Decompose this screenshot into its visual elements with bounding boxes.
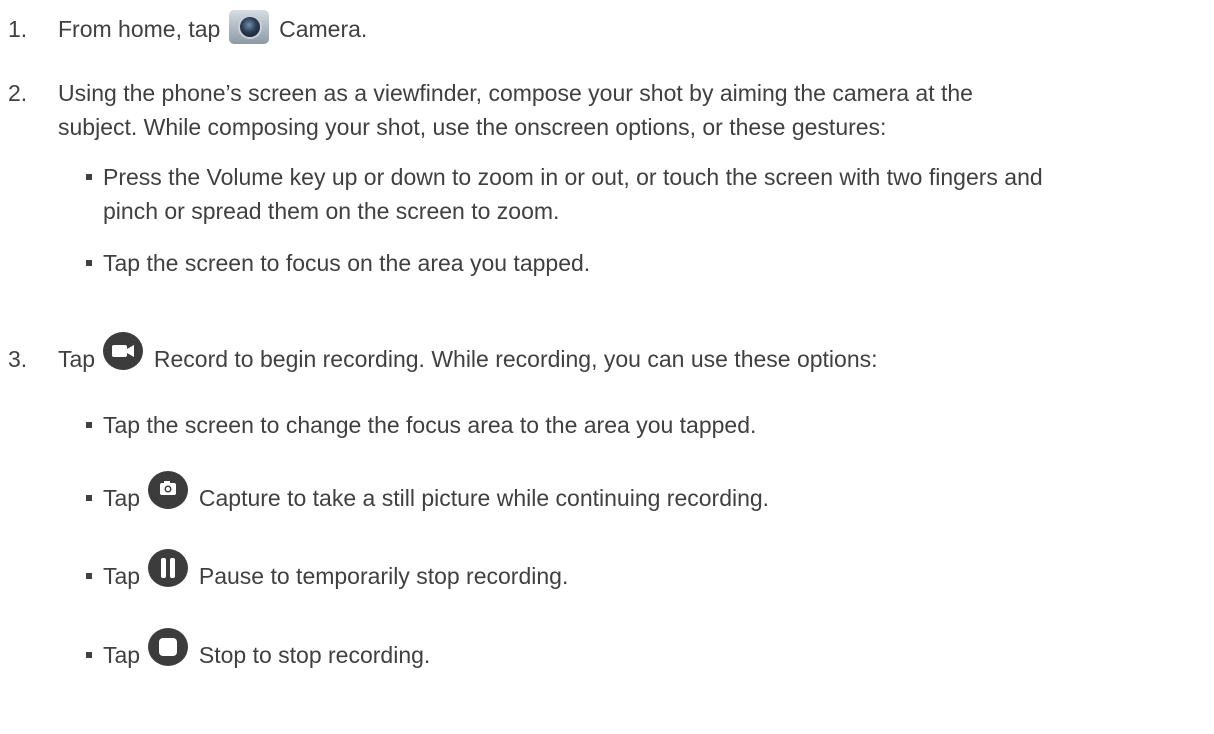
bullet-text: Tap Capture to take a still picture whil…: [103, 471, 1194, 519]
bullet-text: Tap Stop to stop recording.: [103, 628, 1194, 676]
step-text-after: Record to begin recording. While recordi…: [153, 346, 878, 373]
bullet-text-before: Tap: [103, 563, 141, 590]
step-text-line: Using the phone’s screen as a viewfinder…: [58, 80, 973, 106]
bullet-text-before: Tap: [103, 642, 141, 669]
step-number: 1.: [8, 16, 28, 42]
bullet-marker: [86, 260, 92, 266]
pause-icon: [148, 549, 189, 587]
bullet-text-line: pinch or spread them on the screen to zo…: [103, 198, 560, 224]
bullet-marker: [86, 652, 92, 658]
step-text-before: From home, tap: [58, 16, 221, 42]
bullet-marker: [86, 422, 92, 428]
bullet-text-after: Stop to stop recording.: [198, 642, 431, 669]
bullet-text: Tap Pause to temporarily stop recording.: [103, 549, 1194, 597]
capture-icon: [148, 471, 189, 509]
step-text: From home, tap Camera.: [58, 9, 1184, 48]
step-text: Tap Record to begin recording. While rec…: [58, 332, 1184, 380]
bullet-marker: [86, 573, 92, 579]
record-icon: [103, 332, 144, 370]
instructions-document: 1. From home, tap Camera. 2. Using the p…: [0, 0, 1214, 734]
camera-app-icon: [228, 9, 269, 44]
step-text-after: Camera.: [279, 16, 368, 42]
stop-icon: [148, 628, 189, 666]
bullet-marker: [86, 174, 92, 180]
bullet-text-before: Tap: [103, 485, 141, 512]
bullet-marker: [86, 495, 92, 501]
step-text-line: subject. While composing your shot, use …: [58, 114, 887, 140]
step-number: 3.: [8, 346, 28, 372]
bullet-text: Tap the screen to change the focus area …: [103, 412, 757, 438]
bullet-text: Press the Volume key up or down to zoom …: [103, 160, 1194, 228]
step-number: 2.: [8, 80, 28, 106]
bullet-text-line: Press the Volume key up or down to zoom …: [103, 164, 1043, 190]
bullet-text: Tap the screen to focus on the area you …: [103, 250, 591, 276]
bullet-text-after: Pause to temporarily stop recording.: [198, 563, 569, 590]
step-text: Using the phone’s screen as a viewfinder…: [58, 76, 1184, 144]
bullet-text-after: Capture to take a still picture while co…: [198, 485, 770, 512]
step-text-before: Tap: [58, 346, 96, 373]
